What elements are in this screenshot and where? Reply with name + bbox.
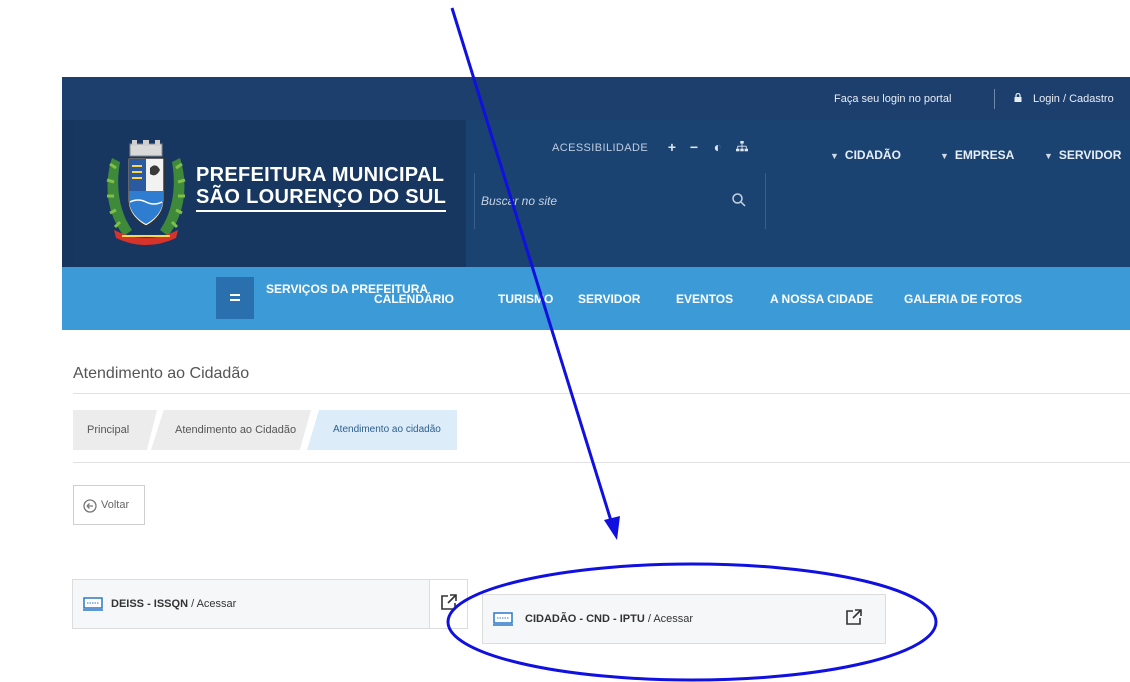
menu-hamburger-button[interactable] [216,277,254,319]
nav-cidadao-label: CIDADÃO [844,148,901,162]
page-title: Atendimento ao Cidadão [73,365,250,382]
nav-servidor-label: SERVIDOR [1058,148,1122,162]
nav-empresa-label: EMPRESA [954,148,1015,162]
municipal-crest-logo[interactable] [102,138,190,246]
chevron-down-icon: ▼ [830,151,839,161]
service-card-title: CIDADÃO - CND - IPTU [525,613,645,625]
menu-calendario[interactable]: CALENDÁRIO [374,292,454,306]
service-card-title: DEISS - ISSQN [111,598,189,610]
open-external-button[interactable] [429,580,467,628]
site-search [474,173,766,229]
annotation-arrowhead [604,516,620,540]
brand-line-2: SÃO LOURENÇO DO SUL [196,186,447,212]
brand-line-1: PREFEITURA MUNICIPAL [196,164,445,186]
nav-empresa[interactable]: ▼ EMPRESA [940,148,1014,162]
plus-icon[interactable]: + [664,139,680,155]
back-icon [83,499,97,513]
sitemap-icon[interactable] [734,141,750,153]
site-brand[interactable]: PREFEITURA MUNICIPAL SÃO LOURENÇO DO SUL [196,164,447,212]
menu-galeria-de-fotos[interactable]: GALERIA DE FOTOS [904,292,1022,306]
breadcrumb-current: Atendimento ao cidadão [307,410,457,450]
nav-cidadao[interactable]: ▼ CIDADÃO [830,148,901,162]
chevron-down-icon: ▼ [940,151,949,161]
login-register-link[interactable]: Login / Cadastro [1033,93,1114,105]
back-button[interactable]: Voltar [73,485,145,525]
minus-icon[interactable]: − [686,139,702,155]
accessibility-label: ACESSIBILIDADE [552,142,649,154]
top-utility-bar: Faça seu login no portal Login / Cadastr… [62,77,1130,120]
divider [73,462,1130,463]
main-menu-bar: SERVIÇOS DA PREFEITURA CALENDÁRIO TURISM… [62,267,1130,330]
site-header: PREFEITURA MUNICIPAL SÃO LOURENÇO DO SUL… [62,120,1130,267]
external-link-icon [441,594,457,610]
web-service-icon [493,612,513,626]
nav-servidor[interactable]: ▼ SERVIDOR [1044,148,1121,162]
open-external-button[interactable] [835,595,885,643]
hamburger-line [230,299,240,301]
breadcrumb-atendimento[interactable]: Atendimento ao Cidadão [151,410,311,450]
breadcrumb-home[interactable]: Principal [73,410,157,450]
menu-turismo[interactable]: TURISMO [498,292,553,306]
service-card-action: / Acessar [188,598,237,610]
service-card-label: DEISS - ISSQN / Acessar [111,598,236,610]
menu-servidor[interactable]: SERVIDOR [578,292,640,306]
hamburger-line [230,294,240,296]
search-input[interactable] [481,189,721,213]
web-service-icon [83,597,103,611]
back-button-label: Voltar [101,499,130,511]
external-link-icon [846,609,862,625]
chevron-down-icon: ▼ [1044,151,1053,161]
lock-icon [1014,93,1022,102]
menu-a-nossa-cidade[interactable]: A NOSSA CIDADE [770,292,873,306]
menu-eventos[interactable]: EVENTOS [676,292,733,306]
search-icon[interactable] [731,192,747,208]
divider [73,393,1130,394]
service-card-action: / Acessar [644,613,694,625]
service-card-label: CIDADÃO - CND - IPTU / Acessar [525,613,693,625]
service-card-deiss-issqn[interactable]: DEISS - ISSQN / Acessar [72,579,468,629]
login-prompt-text: Faça seu login no portal [834,93,952,105]
divider [994,89,995,109]
menu-servicos-da-prefeitura[interactable]: SERVIÇOS DA PREFEITURA [266,280,428,298]
service-card-cidadao-cnd-iptu[interactable]: CIDADÃO - CND - IPTU / Acessar [482,594,886,644]
contrast-icon[interactable]: ◐ [710,139,726,155]
